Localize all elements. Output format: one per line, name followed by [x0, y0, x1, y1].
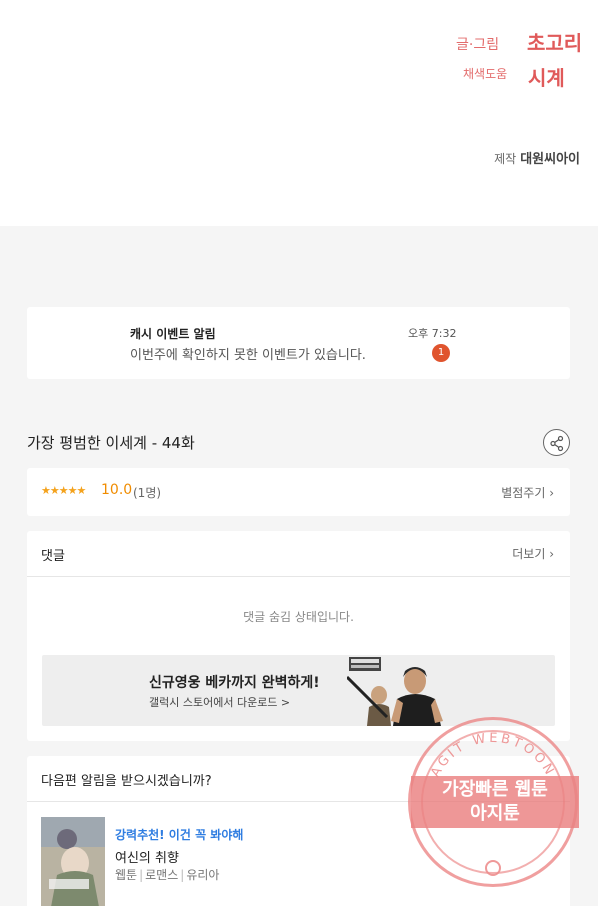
colorist-name: 시계 [528, 66, 565, 90]
rating-score: 10.0 [101, 482, 133, 498]
thumbnail-image [41, 817, 105, 906]
author: 유리아 [186, 868, 220, 882]
cash-event-notification[interactable]: 캐시 이벤트 알림 이번주에 확인하지 못한 이벤트가 있습니다. 오후 7:3… [27, 307, 570, 379]
banner-subtitle: 갤럭시 스토어에서 다운로드 > [149, 696, 291, 709]
recommended-title[interactable]: 여신의 취향 [115, 847, 179, 866]
colorist-label: 채색도움 [463, 67, 508, 81]
comments-card: 댓글 더보기 › 댓글 숨김 상태입니다. 신규영웅 베카까지 완벽하게! 갤럭… [27, 531, 570, 741]
writer-label: 글·그림 [456, 37, 500, 53]
watermark-band: 가장빠른 웹툰 아지툰 [411, 776, 579, 828]
rate-button[interactable]: 별점주기 › [501, 484, 554, 501]
banner-characters-image [347, 655, 457, 726]
rating-card: ★★★★★ 10.0 (1명) 별점주기 › [27, 468, 570, 516]
genre: 로맨스 [145, 868, 179, 882]
production-credit: 제작 대원씨아이 [494, 148, 580, 167]
watermark-stamp: AGIT WEBTOON 가장빠른 웹툰 아지툰 [408, 717, 579, 887]
genre-type: 웹툰 [115, 868, 138, 882]
recommended-webtoon-thumbnail[interactable] [41, 817, 105, 906]
notification-title: 캐시 이벤트 알림 [130, 327, 216, 341]
divider [27, 576, 570, 577]
banner-title: 신규영웅 베카까지 완벽하게! [149, 675, 320, 691]
share-button[interactable] [543, 429, 570, 456]
comments-header: 댓글 [41, 549, 65, 564]
watermark-line2: 아지툰 [470, 803, 520, 824]
production-label: 제작 [494, 152, 517, 166]
notification-badge: 1 [432, 344, 450, 362]
episode-title: 가장 평범한 이세계 - 44화 [27, 434, 195, 452]
credits-area: 글·그림 초고리 채색도움 시계 제작 대원씨아이 [0, 0, 598, 226]
rating-count: (1명) [133, 486, 162, 500]
writer-name: 초고리 [527, 31, 583, 55]
watermark-line1: 가장빠른 웹툰 [442, 779, 548, 800]
next-episode-alert-question: 다음편 알림을 받으시겠습니까? [41, 774, 212, 789]
notification-time: 오후 7:32 [408, 327, 457, 340]
svg-text:AGIT WEBTOON: AGIT WEBTOON [428, 731, 558, 780]
production-name: 대원씨아이 [520, 152, 580, 167]
share-icon [550, 435, 564, 452]
ad-banner[interactable]: 신규영웅 베카까지 완벽하게! 갤럭시 스토어에서 다운로드 > [42, 655, 555, 726]
star-rating-icon: ★★★★★ [41, 484, 86, 497]
comments-more-button[interactable]: 더보기 › [512, 545, 554, 562]
recommendation-tag: 강력추천! 이건 꼭 봐야해 [115, 828, 244, 842]
comments-hidden-message: 댓글 숨김 상태입니다. [243, 610, 354, 624]
notification-body: 이번주에 확인하지 못한 이벤트가 있습니다. [130, 348, 366, 363]
recommended-meta: 웹툰 | 로맨스 | 유리아 [115, 868, 220, 882]
